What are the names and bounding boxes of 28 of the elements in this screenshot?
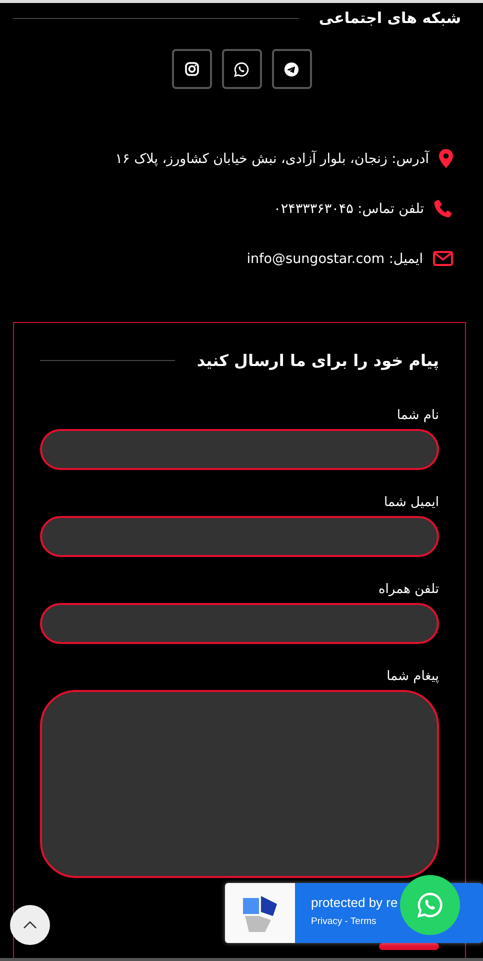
telegram-button[interactable] [272, 49, 312, 89]
field-label: پیغام شما [386, 669, 439, 684]
location-pin-icon [439, 149, 453, 168]
whatsapp-icon [234, 62, 249, 76]
whatsapp-button[interactable] [222, 49, 262, 89]
field-label: ایمیل شما [384, 495, 439, 510]
phone-icon [434, 199, 453, 218]
input-field[interactable] [40, 429, 439, 470]
chevron-up-icon [23, 921, 37, 929]
instagram-icon [184, 62, 198, 76]
input-field[interactable] [40, 603, 439, 644]
phone-text: تلفن تماس: ۰۲۴۳۳۳۶۳۰۴۵ [274, 200, 424, 216]
section-title: شبکه های اجتماعی [318, 9, 461, 27]
whatsapp-icon [417, 892, 443, 918]
email-text: ایمیل: info@sungostar.com [246, 250, 423, 266]
scroll-top-button[interactable] [10, 905, 50, 945]
form-title: پیام خود را برای ما ارسال کنید [196, 351, 439, 370]
input-field[interactable] [40, 516, 439, 557]
instagram-button[interactable] [172, 49, 212, 89]
address-text: آدرس: زنجان، بلوار آزادی، نبش خیابان کشاورز، پلاک ۱۶ [115, 150, 429, 166]
submit-button[interactable] [379, 943, 439, 950]
envelope-icon [433, 251, 453, 266]
message-field[interactable] [40, 690, 439, 878]
field-label: نام شما [396, 408, 439, 423]
privacy-terms-link[interactable]: Privacy - Terms [311, 916, 376, 927]
telegram-icon [284, 62, 299, 76]
field-label: تلفن همراه [378, 582, 439, 597]
recaptcha-text: protected by re [311, 895, 398, 910]
